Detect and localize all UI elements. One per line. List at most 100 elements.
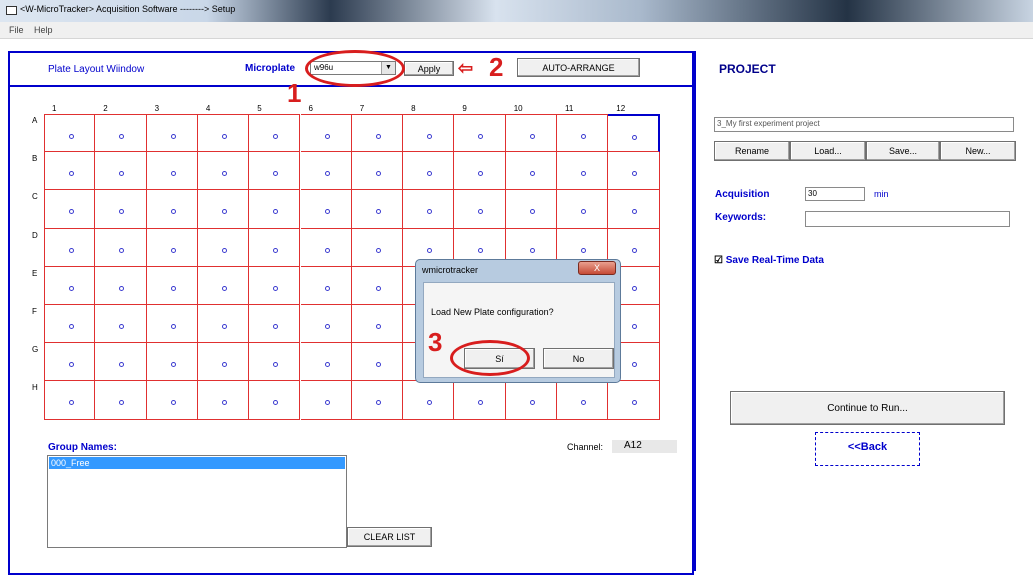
plate-well[interactable] <box>44 114 96 153</box>
plate-well[interactable] <box>249 305 301 344</box>
keywords-field[interactable] <box>805 211 1010 227</box>
plate-well[interactable] <box>249 190 301 229</box>
plate-well[interactable] <box>249 343 301 382</box>
plate-well[interactable] <box>95 266 147 305</box>
plate-well[interactable] <box>197 266 250 305</box>
save-button[interactable]: Save... <box>866 141 940 161</box>
plate-well[interactable] <box>351 305 404 344</box>
plate-well[interactable] <box>505 152 557 191</box>
plate-well[interactable] <box>351 266 404 305</box>
plate-well[interactable] <box>44 381 96 420</box>
load-button[interactable]: Load... <box>790 141 866 161</box>
plate-well[interactable] <box>95 114 147 153</box>
well-dot-icon <box>69 134 74 139</box>
plate-well[interactable] <box>351 152 404 191</box>
close-button[interactable]: X <box>578 261 616 275</box>
rename-button[interactable]: Rename <box>714 141 790 161</box>
plate-well[interactable] <box>44 228 96 267</box>
plate-well[interactable] <box>454 152 506 191</box>
plate-well[interactable] <box>146 152 198 191</box>
plate-well[interactable] <box>608 190 660 229</box>
back-button[interactable]: <<Back <box>815 432 920 466</box>
no-button[interactable]: No <box>543 348 614 369</box>
plate-well[interactable] <box>95 305 147 344</box>
plate-well[interactable] <box>197 114 250 153</box>
plate-well[interactable] <box>146 381 198 420</box>
plate-well[interactable] <box>351 343 404 382</box>
menu-help[interactable]: Help <box>34 25 53 35</box>
continue-to-run-button[interactable]: Continue to Run... <box>730 391 1005 425</box>
plate-well[interactable] <box>249 381 301 420</box>
plate-well[interactable] <box>454 381 506 420</box>
checkbox-checked-icon[interactable]: ☑ <box>714 255 723 266</box>
acquisition-field[interactable]: 30 <box>805 187 865 201</box>
plate-well[interactable] <box>44 305 96 344</box>
plate-well[interactable] <box>146 266 198 305</box>
plate-well[interactable] <box>197 190 250 229</box>
plate-well[interactable] <box>557 114 609 153</box>
plate-well[interactable] <box>146 228 198 267</box>
plate-well[interactable] <box>403 190 455 229</box>
plate-well[interactable] <box>454 114 506 153</box>
plate-well[interactable] <box>608 152 660 191</box>
plate-well[interactable] <box>197 152 250 191</box>
plate-well[interactable] <box>146 305 198 344</box>
plate-well[interactable] <box>351 228 404 267</box>
plate-well[interactable] <box>505 114 557 153</box>
plate-well[interactable] <box>505 381 557 420</box>
save-realtime-label: Save Real-Time Data <box>725 255 824 266</box>
plate-well[interactable] <box>95 343 147 382</box>
plate-well[interactable] <box>300 266 352 305</box>
plate-well[interactable] <box>249 266 301 305</box>
plate-well[interactable] <box>44 190 96 229</box>
plate-well[interactable] <box>44 266 96 305</box>
plate-well[interactable] <box>505 190 557 229</box>
plate-well[interactable] <box>557 190 609 229</box>
plate-well[interactable] <box>403 381 455 420</box>
plate-well[interactable] <box>557 381 609 420</box>
plate-well[interactable] <box>300 343 352 382</box>
plate-well[interactable] <box>351 381 404 420</box>
menu-file[interactable]: File <box>9 25 24 35</box>
plate-well[interactable] <box>454 190 506 229</box>
auto-arrange-button[interactable]: AUTO-ARRANGE <box>517 58 640 77</box>
well-dot-icon <box>478 209 484 215</box>
plate-well[interactable] <box>249 228 301 267</box>
plate-well[interactable] <box>197 381 250 420</box>
new-button[interactable]: New... <box>940 141 1016 161</box>
save-realtime-row[interactable]: ☑ Save Real-Time Data <box>714 255 824 266</box>
plate-well[interactable] <box>300 228 352 267</box>
project-name-field[interactable]: 3_My first experiment project <box>714 117 1014 132</box>
plate-well[interactable] <box>95 381 147 420</box>
plate-well[interactable] <box>300 152 352 191</box>
plate-well[interactable] <box>95 190 147 229</box>
plate-well[interactable] <box>197 343 250 382</box>
plate-well[interactable] <box>403 114 455 153</box>
plate-well[interactable] <box>608 114 660 153</box>
plate-well[interactable] <box>300 305 352 344</box>
plate-well[interactable] <box>146 190 198 229</box>
plate-well[interactable] <box>249 114 301 153</box>
plate-well[interactable] <box>300 114 352 153</box>
plate-well[interactable] <box>197 305 250 344</box>
plate-well[interactable] <box>403 152 455 191</box>
plate-well[interactable] <box>95 228 147 267</box>
plate-well[interactable] <box>608 381 660 420</box>
list-item[interactable]: 000_Free <box>49 457 345 469</box>
plate-well[interactable] <box>44 152 96 191</box>
plate-well[interactable] <box>351 114 404 153</box>
plate-well[interactable] <box>300 381 352 420</box>
plate-well[interactable] <box>197 228 250 267</box>
plate-well[interactable] <box>146 114 198 153</box>
plate-well[interactable] <box>95 152 147 191</box>
plate-well[interactable] <box>146 343 198 382</box>
clear-list-button[interactable]: CLEAR LIST <box>347 527 432 547</box>
well-dot-icon <box>119 324 125 329</box>
group-names-list[interactable]: 000_Free <box>47 455 347 548</box>
plate-well[interactable] <box>44 343 96 382</box>
apply-button[interactable]: Apply <box>404 61 454 76</box>
plate-well[interactable] <box>249 152 301 191</box>
plate-well[interactable] <box>351 190 404 229</box>
plate-well[interactable] <box>557 152 609 191</box>
plate-well[interactable] <box>300 190 352 229</box>
